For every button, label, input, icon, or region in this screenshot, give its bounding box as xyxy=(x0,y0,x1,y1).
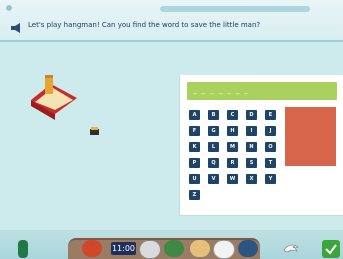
square-icon[interactable] xyxy=(213,240,235,259)
letter-key-h[interactable]: H xyxy=(227,126,238,136)
hangman-activity-screen: Let's play hangman! Can you find the wor… xyxy=(0,0,343,259)
letter-key-p[interactable]: P xyxy=(189,158,200,168)
speaker-icon[interactable] xyxy=(10,22,24,34)
checkmark-icon[interactable] xyxy=(322,240,340,258)
bird-icon xyxy=(283,244,299,253)
letter-key-n[interactable]: N xyxy=(246,142,257,152)
headphones-icon[interactable] xyxy=(139,240,161,259)
activity-header: Let's play hangman! Can you find the wor… xyxy=(0,0,343,42)
notebook-icon[interactable] xyxy=(190,240,210,257)
book-and-pen-icon xyxy=(31,75,77,120)
word-placeholder: _ _ _ _ _ _ _ xyxy=(193,85,250,94)
header-dot xyxy=(6,5,12,11)
letter-key-x[interactable]: X xyxy=(246,174,257,184)
letter-key-c[interactable]: C xyxy=(227,110,238,120)
letter-key-v[interactable]: V xyxy=(208,174,219,184)
instruction-text: Let's play hangman! Can you find the wor… xyxy=(28,21,261,29)
letter-key-j[interactable]: J xyxy=(265,126,276,136)
checkmark-icon xyxy=(325,244,337,255)
letter-key-e[interactable]: E xyxy=(265,110,276,120)
letter-key-b[interactable]: B xyxy=(208,110,219,120)
letter-key-o[interactable]: O xyxy=(265,142,276,152)
letter-key-y[interactable]: Y xyxy=(265,174,276,184)
bottle-icon[interactable] xyxy=(18,240,28,258)
letter-key-m[interactable]: M xyxy=(227,142,238,152)
letter-key-d[interactable]: D xyxy=(246,110,257,120)
letter-key-a[interactable]: A xyxy=(189,110,200,120)
letter-key-l[interactable]: L xyxy=(208,142,219,152)
green-bag-icon[interactable] xyxy=(164,240,184,257)
clock-icon[interactable]: 11:00 xyxy=(111,242,136,255)
hangman-drawing-area xyxy=(285,107,336,166)
letter-key-q[interactable]: Q xyxy=(208,158,219,168)
letter-key-r[interactable]: R xyxy=(227,158,238,168)
letter-key-z[interactable]: Z xyxy=(189,190,200,200)
letter-key-t[interactable]: T xyxy=(265,158,276,168)
word-display-bar: _ _ _ _ _ _ _ xyxy=(187,82,337,100)
red-round-icon[interactable] xyxy=(82,240,102,257)
letter-key-g[interactable]: G xyxy=(208,126,219,136)
letter-key-u[interactable]: U xyxy=(189,174,200,184)
blue-round-icon[interactable] xyxy=(238,240,258,257)
letter-key-f[interactable]: F xyxy=(189,126,200,136)
letter-key-i[interactable]: I xyxy=(246,126,257,136)
letter-key-s[interactable]: S xyxy=(246,158,257,168)
small-drum-icon xyxy=(90,127,99,135)
letter-key-w[interactable]: W xyxy=(227,174,238,184)
letter-key-k[interactable]: K xyxy=(189,142,200,152)
progress-track xyxy=(160,6,310,12)
